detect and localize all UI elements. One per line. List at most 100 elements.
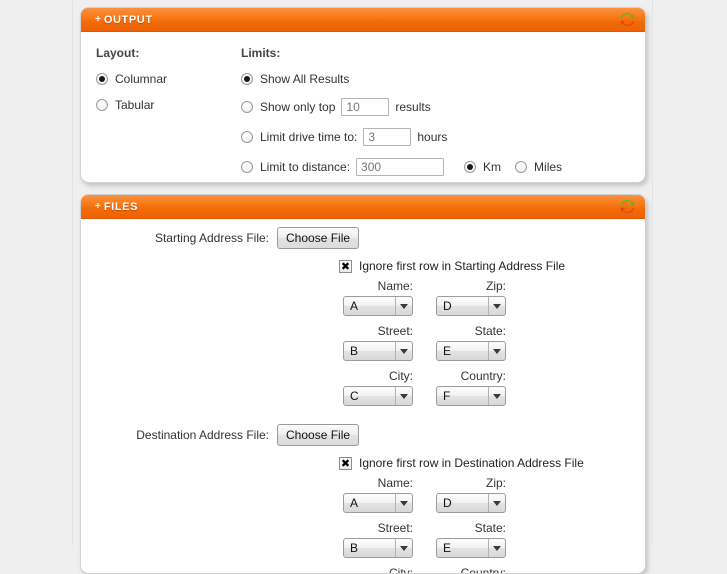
- limits-heading: Limits:: [241, 46, 281, 60]
- radio-miles-indicator[interactable]: [515, 161, 528, 173]
- starting-choose-file-button[interactable]: Choose File: [277, 227, 360, 249]
- chevron-down-icon[interactable]: [488, 297, 505, 315]
- chevron-down-icon[interactable]: [488, 494, 505, 512]
- panel-files-header[interactable]: + FILES: [81, 195, 645, 219]
- chevron-down-icon[interactable]: [395, 387, 412, 405]
- expand-plus-icon[interactable]: +: [95, 201, 101, 212]
- destination-choose-file-button[interactable]: Choose File: [277, 424, 360, 446]
- destination-ignore-first-row-option[interactable]: ✖ Ignore first row in Destination Addres…: [81, 456, 645, 470]
- radio-drive-time-indicator[interactable]: [241, 131, 253, 143]
- starting-zip-select[interactable]: D: [436, 296, 506, 316]
- starting-zip-value: D: [443, 299, 452, 313]
- starting-country-select[interactable]: F: [436, 386, 506, 406]
- starting-city-value: C: [350, 389, 359, 403]
- starting-street-value: B: [350, 344, 359, 358]
- destination-field-street: Street: B: [343, 521, 413, 558]
- checkbox-x-icon: ✖: [340, 456, 351, 470]
- destination-field-state: State: E: [436, 521, 506, 558]
- destination-street-select[interactable]: B: [343, 538, 413, 558]
- radio-drive-time-label: Limit drive time to:: [260, 130, 358, 144]
- destination-ignore-checkbox[interactable]: ✖: [339, 456, 352, 470]
- radio-show-top-label: Show only top: [260, 100, 336, 114]
- destination-name-value: A: [350, 496, 359, 510]
- radio-columnar-label: Columnar: [115, 72, 168, 86]
- radio-show-top-indicator[interactable]: [241, 101, 253, 113]
- checkbox-x-icon: ✖: [340, 259, 351, 273]
- radio-option-show-only-top[interactable]: Show only top results: [241, 98, 645, 116]
- drive-time-hours-input[interactable]: [363, 128, 412, 146]
- radio-option-tabular[interactable]: Tabular: [96, 98, 241, 112]
- radio-tabular-indicator[interactable]: [96, 99, 108, 111]
- starting-state-label: State:: [474, 324, 506, 338]
- starting-ignore-first-row-option[interactable]: ✖ Ignore first row in Starting Address F…: [81, 259, 645, 273]
- starting-country-label: Country:: [460, 369, 506, 383]
- content-container-left-edge: [72, 0, 73, 545]
- destination-map-row-3: City: C Country: F: [343, 566, 645, 573]
- starting-field-city: City: C: [343, 369, 413, 406]
- layout-heading: Layout:: [96, 46, 140, 60]
- destination-name-label: Name:: [377, 476, 413, 490]
- radio-distance-indicator[interactable]: [241, 161, 253, 173]
- radio-tabular-label: Tabular: [115, 98, 155, 112]
- destination-name-select[interactable]: A: [343, 493, 413, 513]
- radio-option-show-all-results[interactable]: Show All Results: [241, 72, 645, 86]
- radio-option-limit-distance[interactable]: Limit to distance: Km Miles: [241, 158, 645, 176]
- destination-field-mapping-grid: Name: A Zip: D Street: B State: E City: …: [81, 476, 645, 573]
- chevron-down-icon[interactable]: [395, 494, 412, 512]
- chevron-down-icon[interactable]: [488, 342, 505, 360]
- starting-city-select[interactable]: C: [343, 386, 413, 406]
- radio-option-limit-drive-time[interactable]: Limit drive time to: hours: [241, 128, 645, 146]
- starting-state-select[interactable]: E: [436, 341, 506, 361]
- radio-show-all-indicator[interactable]: [241, 73, 253, 85]
- starting-street-select[interactable]: B: [343, 341, 413, 361]
- destination-street-value: B: [350, 541, 359, 555]
- drive-time-suffix-label: hours: [417, 130, 448, 144]
- destination-zip-value: D: [443, 496, 452, 510]
- radio-distance-label: Limit to distance:: [260, 160, 351, 174]
- destination-field-city: City: C: [343, 566, 413, 573]
- destination-country-label: Country:: [460, 566, 506, 573]
- chevron-down-icon[interactable]: [488, 387, 505, 405]
- chevron-down-icon[interactable]: [395, 539, 412, 557]
- radio-option-miles[interactable]: Miles: [515, 160, 562, 174]
- panel-output: + OUTPUT Layout: Columnar Tabular Limits…: [80, 7, 646, 183]
- destination-street-label: Street:: [377, 521, 413, 535]
- output-columns: Layout: Columnar Tabular Limits: Show Al…: [81, 32, 645, 176]
- panel-output-header[interactable]: + OUTPUT: [81, 8, 645, 32]
- panel-output-title: OUTPUT: [103, 13, 153, 26]
- chevron-down-icon[interactable]: [488, 539, 505, 557]
- chevron-down-icon[interactable]: [395, 342, 412, 360]
- panel-output-body: Layout: Columnar Tabular Limits: Show Al…: [81, 32, 645, 182]
- starting-field-name: Name: A: [343, 279, 413, 316]
- starting-field-zip: Zip: D: [436, 279, 506, 316]
- destination-field-name: Name: A: [343, 476, 413, 513]
- destination-zip-select[interactable]: D: [436, 493, 506, 513]
- starting-field-mapping-grid: Name: A Zip: D Street: B State: E City: …: [81, 279, 645, 406]
- distance-unit-group: Km Miles: [464, 160, 562, 174]
- destination-state-select[interactable]: E: [436, 538, 506, 558]
- page-root: + OUTPUT Layout: Columnar Tabular Limits…: [0, 0, 727, 574]
- refresh-icon[interactable]: [619, 198, 636, 215]
- refresh-icon[interactable]: [619, 11, 636, 28]
- destination-ignore-label: Ignore first row in Destination Address …: [359, 456, 584, 470]
- radio-option-columnar[interactable]: Columnar: [96, 72, 241, 86]
- starting-ignore-checkbox[interactable]: ✖: [339, 259, 352, 273]
- show-top-count-input[interactable]: [341, 98, 390, 116]
- starting-name-select[interactable]: A: [343, 296, 413, 316]
- radio-columnar-indicator[interactable]: [96, 73, 108, 85]
- panel-files: + FILES Starting Address File: Choose Fi…: [80, 194, 646, 574]
- limits-column: Limits: Show All Results Show only top r…: [241, 46, 645, 176]
- radio-km-indicator[interactable]: [464, 161, 477, 173]
- expand-plus-icon[interactable]: +: [95, 14, 101, 25]
- destination-field-zip: Zip: D: [436, 476, 506, 513]
- panel-files-title: FILES: [103, 200, 139, 213]
- starting-address-file-row: Starting Address File: Choose File: [81, 219, 645, 257]
- radio-miles-label: Miles: [534, 160, 563, 174]
- distance-value-input[interactable]: [356, 158, 445, 176]
- radio-km-label: Km: [483, 160, 502, 174]
- radio-option-km[interactable]: Km: [464, 160, 501, 174]
- chevron-down-icon[interactable]: [395, 297, 412, 315]
- destination-map-row-1: Name: A Zip: D: [343, 476, 645, 513]
- starting-field-state: State: E: [436, 324, 506, 361]
- destination-state-label: State:: [474, 521, 506, 535]
